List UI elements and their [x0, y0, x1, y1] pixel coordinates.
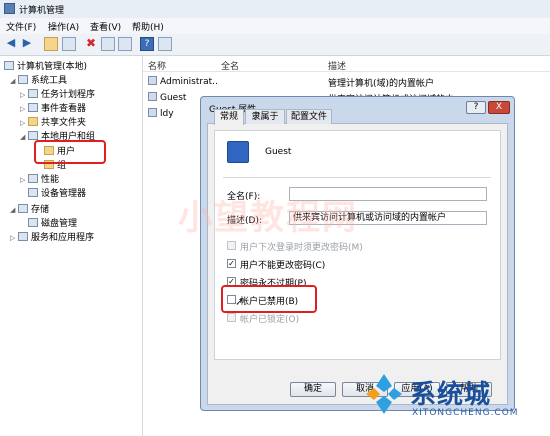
menu-help[interactable]: 帮助(H) — [132, 20, 164, 33]
close-button[interactable]: X — [488, 101, 510, 114]
ok-button[interactable]: 确定 — [290, 382, 336, 397]
console-icon[interactable] — [158, 37, 172, 51]
must-change-password-label: 用户下次登录时须更改密码(M) — [240, 243, 363, 253]
menu-view[interactable]: 查看(V) — [90, 20, 121, 33]
dialog-body: 常规 隶属于 配置文件 Guest 全名(F): 描述(D): 供来宾访问计算机… — [207, 109, 508, 405]
must-change-password-checkbox[interactable] — [227, 241, 236, 250]
logo-url-text: XITONGCHENG.COM — [412, 408, 519, 418]
menu-bar: 文件(F) 操作(A) 查看(V) 帮助(H) — [0, 18, 550, 35]
watermark-text: 小望教程网 — [178, 198, 358, 238]
tree-services-apps[interactable]: ▷ 服务和应用程序 — [10, 230, 94, 243]
menu-file[interactable]: 文件(F) — [6, 20, 36, 33]
delete-icon[interactable]: ✖ — [84, 37, 98, 51]
device-manager-icon — [28, 188, 38, 197]
user-icon — [148, 108, 157, 117]
collapse-arrow-icon[interactable]: ▷ — [10, 234, 18, 242]
back-arrow-icon[interactable]: ◀ — [4, 37, 18, 51]
collapse-arrow-icon[interactable]: ▷ — [20, 91, 28, 99]
computer-icon — [4, 61, 14, 70]
row-description: 管理计算机(域)的内置帐户 — [328, 79, 435, 89]
menu-action[interactable]: 操作(A) — [48, 20, 79, 33]
disk-icon — [28, 218, 38, 227]
cannot-change-password-checkbox[interactable]: ✓ — [227, 259, 236, 268]
export-list-icon[interactable] — [118, 37, 132, 51]
window-titlebar: 计算机管理 — [0, 0, 550, 19]
tree-device-manager[interactable]: 设备管理器 — [28, 186, 86, 199]
username-label: Guest — [265, 147, 292, 157]
forward-arrow-icon[interactable]: ▶ — [20, 37, 34, 51]
tab-profile[interactable]: 配置文件 — [286, 109, 332, 124]
tree-root[interactable]: 计算机管理(本地) — [4, 59, 87, 72]
tree-task-scheduler[interactable]: ▷ 任务计划程序 — [20, 87, 95, 100]
help-icon[interactable]: ? — [140, 37, 154, 51]
performance-icon — [28, 174, 38, 183]
expand-arrow-icon[interactable]: ◢ — [10, 77, 18, 85]
shared-folder-icon — [28, 117, 38, 126]
tab-member-of[interactable]: 隶属于 — [245, 109, 285, 124]
general-panel: Guest 全名(F): 描述(D): 供来宾访问计算机或访问域的内置帐户 用户… — [214, 130, 501, 360]
mouse-cursor-icon: ➚ — [235, 295, 245, 308]
tree-shared-folders[interactable]: ▷ 共享文件夹 — [20, 115, 86, 128]
help-button[interactable]: ? — [466, 101, 486, 114]
divider — [223, 177, 491, 178]
account-locked-checkbox[interactable] — [227, 313, 236, 322]
show-tree-icon[interactable] — [62, 37, 76, 51]
tree-storage[interactable]: ◢ 存储 — [10, 202, 49, 215]
tree-performance[interactable]: ▷ 性能 — [20, 172, 59, 185]
event-viewer-icon — [28, 103, 38, 112]
user-avatar-icon — [227, 141, 249, 163]
expand-arrow-icon[interactable]: ◢ — [20, 133, 28, 141]
account-locked-label: 帐户已锁定(O) — [240, 315, 300, 325]
logo-text: 系统城 — [410, 380, 492, 410]
user-icon — [148, 92, 157, 101]
services-icon — [18, 232, 28, 241]
table-row[interactable]: Administrat... — [148, 76, 218, 87]
header-divider — [143, 71, 550, 72]
computer-management-icon — [4, 3, 15, 14]
tree-system-tools[interactable]: ◢ 系统工具 — [10, 73, 67, 86]
tree-disk-management[interactable]: 磁盘管理 — [28, 216, 77, 229]
xitongcheng-logo-icon — [362, 372, 406, 416]
collapse-arrow-icon[interactable]: ▷ — [20, 105, 28, 113]
toolbar: ◀ ▶ ✖ ? — [0, 34, 550, 56]
storage-icon — [18, 204, 28, 213]
expand-arrow-icon[interactable]: ◢ — [10, 206, 18, 214]
collapse-arrow-icon[interactable]: ▷ — [20, 176, 28, 184]
tools-icon — [18, 75, 28, 84]
clock-icon — [28, 89, 38, 98]
navigation-tree: 计算机管理(本地) ◢ 系统工具 ▷ 任务计划程序 ▷ 事件查看器 ▷ 共享文件夹 ◢ 本… — [0, 56, 143, 436]
cannot-change-password-label: 用户不能更改密码(C) — [240, 261, 326, 271]
window-title: 计算机管理 — [19, 6, 65, 16]
up-folder-icon[interactable] — [44, 37, 58, 51]
guest-properties-dialog: Guest 属性 ? X 常规 隶属于 配置文件 Guest 全名(F): 描述… — [200, 96, 515, 411]
user-icon — [148, 76, 157, 85]
tree-event-viewer[interactable]: ▷ 事件查看器 — [20, 101, 86, 114]
users-icon — [28, 131, 38, 140]
tab-general[interactable]: 常规 — [214, 109, 244, 125]
collapse-arrow-icon[interactable]: ▷ — [20, 119, 28, 127]
highlight-users-box — [34, 140, 106, 164]
properties-icon[interactable] — [101, 37, 115, 51]
